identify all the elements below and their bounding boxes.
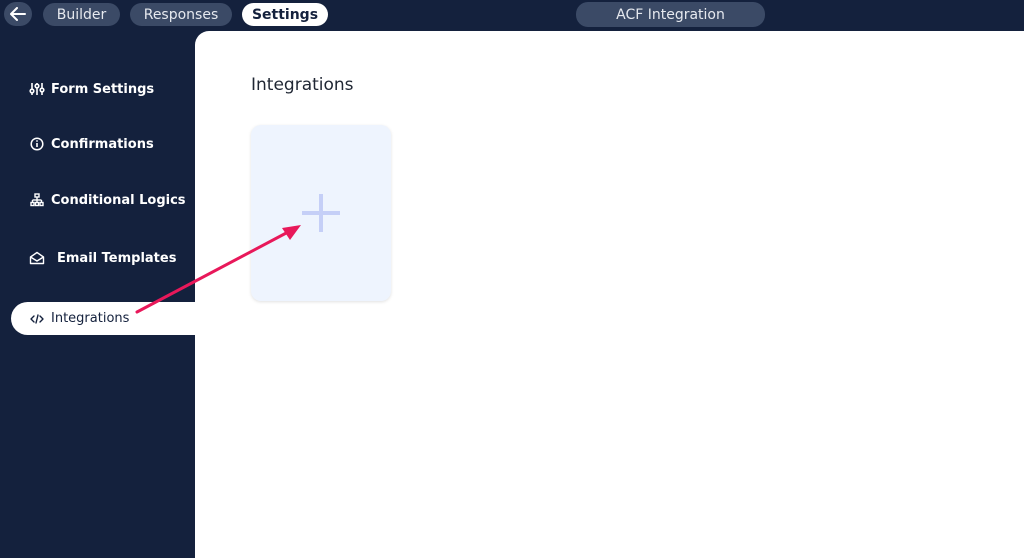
tab-responses[interactable]: Responses	[130, 3, 232, 26]
sidebar-item-label: Email Templates	[57, 250, 177, 266]
settings-sidebar: Form Settings Confirmations Conditional …	[0, 31, 195, 558]
envelope-open-icon	[28, 250, 46, 266]
sidebar-item-conditional-logics[interactable]: Conditional Logics	[28, 192, 186, 208]
tab-builder[interactable]: Builder	[43, 3, 120, 26]
add-integration-card[interactable]	[251, 125, 391, 301]
plus-icon	[302, 194, 340, 232]
form-title[interactable]: ACF Integration	[576, 2, 765, 27]
sidebar-item-label: Form Settings	[51, 81, 155, 97]
sidebar-item-label: Confirmations	[51, 136, 154, 152]
sidebar-item-confirmations[interactable]: Confirmations	[28, 136, 154, 152]
arrow-left-icon	[10, 7, 26, 21]
main-panel: Integrations	[195, 31, 1024, 558]
sliders-icon	[28, 81, 46, 97]
info-icon	[28, 136, 46, 152]
code-icon	[28, 311, 46, 327]
back-button[interactable]	[4, 2, 32, 26]
sitemap-icon	[28, 192, 46, 208]
sidebar-item-label: Integrations	[51, 311, 130, 326]
sidebar-item-form-settings[interactable]: Form Settings	[28, 81, 154, 97]
tab-settings[interactable]: Settings	[242, 3, 328, 26]
sidebar-item-email-templates[interactable]: Email Templates	[28, 250, 176, 266]
sidebar-item-label: Conditional Logics	[51, 192, 186, 208]
sidebar-item-integrations[interactable]: Integrations	[11, 302, 195, 335]
top-bar: Builder Responses Settings ACF Integrati…	[0, 0, 1024, 31]
page-title: Integrations	[251, 75, 354, 95]
